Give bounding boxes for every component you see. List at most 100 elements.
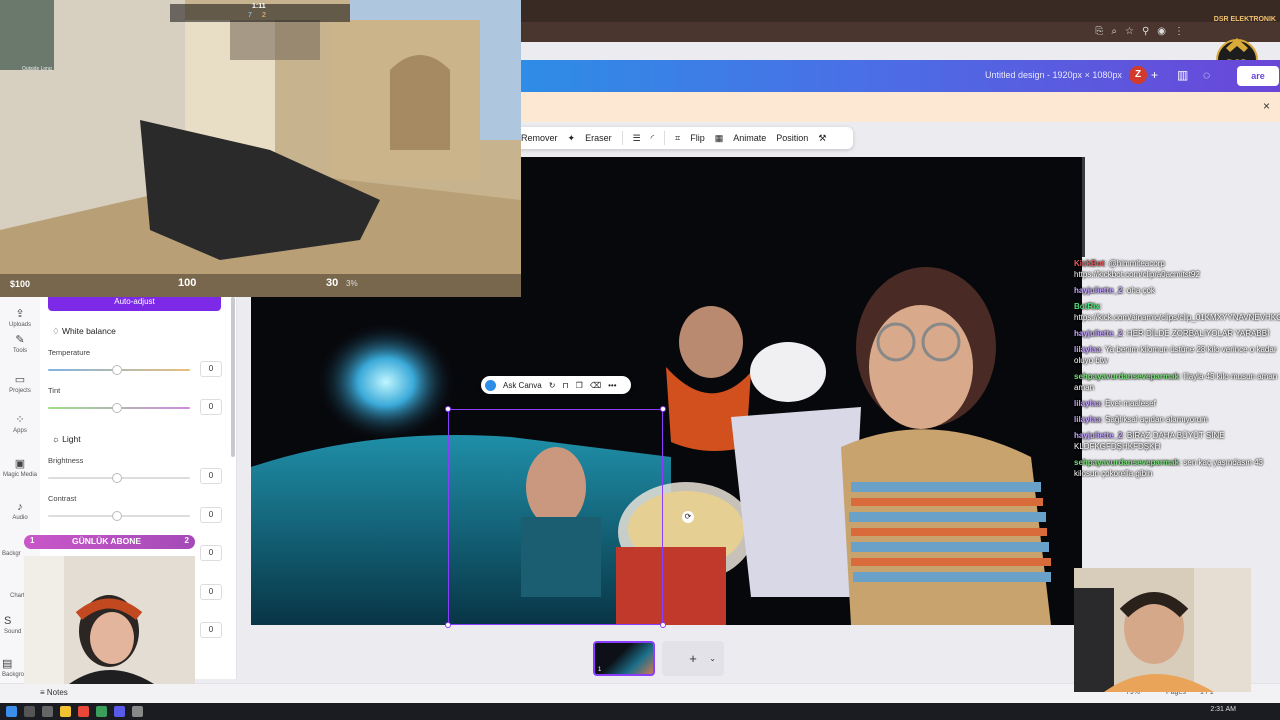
rail-label: Audio: [12, 515, 28, 521]
chat-username: lilaylaa: [1074, 415, 1101, 424]
chat-text: : HER DİLDE ZORBALIYOLAR YARABBİ: [1122, 329, 1270, 338]
file-explorer-icon[interactable]: [60, 706, 71, 717]
paint-roller-icon[interactable]: ⚒: [818, 133, 826, 144]
rail-magic-media[interactable]: ▣ Magic Media: [0, 457, 40, 478]
slider-value[interactable]: 0: [200, 622, 222, 638]
browser-toolbar-icons: ⎘ ⌕ ☆ ⚲ ◉ ⋮: [1095, 25, 1184, 39]
chat-username: sehpayavurdanseveparmak: [1074, 372, 1179, 381]
rail-label: Apps: [13, 428, 27, 434]
animate-button[interactable]: Animate: [733, 133, 766, 143]
transparency-icon[interactable]: ▦: [715, 133, 724, 144]
obs-icon[interactable]: [114, 706, 125, 717]
extensions-icon[interactable]: ⚲: [1142, 25, 1149, 39]
chat-username: KickBot: [1074, 259, 1105, 268]
notes-button[interactable]: ≡ Notes: [40, 688, 68, 697]
zoom-icon[interactable]: ⌕: [1111, 25, 1117, 39]
brightness-slider[interactable]: [48, 473, 190, 483]
comment-icon[interactable]: ◌: [1203, 68, 1210, 82]
ammo: 30: [326, 277, 339, 289]
add-collaborator-icon[interactable]: +: [1151, 68, 1158, 82]
bg-remover-button[interactable]: Remover: [521, 133, 558, 143]
tint-value[interactable]: 0: [200, 399, 222, 415]
rail-apps[interactable]: ⁘ Apps: [0, 413, 40, 434]
trash-icon[interactable]: ⌫: [590, 381, 601, 390]
flip-button[interactable]: Flip: [690, 133, 705, 143]
selection-box[interactable]: [448, 409, 663, 625]
chat-message: hayjuliette_2: HER DİLDE ZORBALIYOLAR YA…: [1074, 328, 1280, 339]
rail-label: Tools: [12, 348, 27, 354]
brightness-value[interactable]: 0: [200, 468, 222, 484]
chat-message: KickBot: @himmiteacorp https://kickbot.c…: [1074, 258, 1280, 280]
rail-uploads[interactable]: ⇪ Uploads: [0, 307, 40, 328]
chrome-icon[interactable]: [78, 706, 89, 717]
star-icon[interactable]: ☆: [1125, 25, 1134, 39]
search-icon[interactable]: [24, 706, 35, 717]
app-icon[interactable]: [96, 706, 107, 717]
rotate-icon[interactable]: ⟳: [682, 511, 694, 523]
task-view-icon[interactable]: [42, 706, 53, 717]
contrast-slider[interactable]: [48, 511, 190, 521]
windows-taskbar: 2:31 AM: [0, 703, 1280, 720]
insights-chart-icon[interactable]: ▥: [1177, 68, 1188, 82]
lines-icon[interactable]: ☰: [633, 133, 641, 144]
rail-label: Sound: [4, 629, 22, 635]
share-button[interactable]: are: [1237, 66, 1279, 86]
slider-knob[interactable]: [112, 365, 122, 375]
chat-text: : Evet maalesef: [1100, 399, 1156, 408]
score-right: 2: [262, 12, 266, 19]
refresh-icon[interactable]: ↻: [549, 381, 556, 390]
slider-knob[interactable]: [112, 473, 122, 483]
close-icon[interactable]: ×: [1263, 99, 1270, 113]
avatar[interactable]: Z: [1129, 66, 1147, 84]
panel-scrollbar[interactable]: [231, 297, 235, 457]
duplicate-icon[interactable]: ❐: [576, 381, 583, 390]
slider-knob[interactable]: [112, 403, 122, 413]
resize-handle[interactable]: [660, 622, 666, 628]
ask-canva-button[interactable]: Ask Canva: [503, 381, 542, 390]
slider-knob[interactable]: [112, 511, 122, 521]
notes-label: Notes: [46, 688, 68, 697]
pencil-icon: ✎: [15, 334, 25, 346]
chevron-down-icon[interactable]: ⌄: [709, 641, 716, 676]
minimap-label: Outside Long: [22, 66, 52, 72]
webcam-left-feed: [24, 556, 195, 684]
slider-value[interactable]: 0: [200, 545, 222, 561]
rail-audio[interactable]: ♪ Audio: [0, 501, 40, 521]
document-title[interactable]: Untitled design - 1920px × 1080px: [985, 70, 1122, 80]
more-icon[interactable]: •••: [608, 381, 616, 390]
auto-adjust-button[interactable]: Auto-adjust: [48, 297, 221, 311]
chat-username: sehpayavurdanseveparmak: [1074, 458, 1179, 467]
temperature-value[interactable]: 0: [200, 361, 222, 377]
webcam-left: [24, 556, 195, 684]
add-page-button[interactable]: + ⌄: [662, 641, 724, 676]
chat-message: sehpayavurdanseveparmak: sen kaç yaşında…: [1074, 457, 1280, 479]
rail-projects[interactable]: ▭ Projects: [0, 373, 40, 394]
lock-icon[interactable]: ⊓: [562, 381, 568, 390]
rail-tools[interactable]: ✎ Tools: [0, 333, 40, 354]
resize-handle[interactable]: [445, 622, 451, 628]
page-thumbnail[interactable]: 1: [593, 641, 655, 676]
eraser-button[interactable]: Eraser: [585, 133, 612, 143]
chat-message: lilaylaa: Evet maalesef: [1074, 398, 1280, 409]
rail-label: Chart: [10, 593, 25, 599]
taskbar-clock[interactable]: 2:31 AM: [1210, 706, 1236, 713]
rail-label: Magic Media: [2, 472, 37, 478]
app-icon[interactable]: [132, 706, 143, 717]
slider-value[interactable]: 0: [200, 584, 222, 600]
resize-handle[interactable]: [445, 406, 451, 412]
resize-handle[interactable]: [660, 406, 666, 412]
profile-icon[interactable]: ◉: [1157, 25, 1166, 39]
menu-icon[interactable]: ⋮: [1174, 25, 1184, 39]
game-overlay: Outside Long 1:11 7 2 $100 100 30 3%: [0, 0, 521, 297]
translate-icon[interactable]: ⎘: [1095, 25, 1103, 39]
apps-icon: ⁘: [15, 414, 25, 426]
tint-slider[interactable]: [48, 403, 190, 413]
corner-rounding-icon[interactable]: ◜: [651, 133, 655, 144]
windows-start-icon[interactable]: [6, 706, 17, 717]
temperature-slider[interactable]: [48, 365, 190, 375]
contrast-value[interactable]: 0: [200, 507, 222, 523]
rail-label: Projects: [9, 388, 31, 394]
crop-icon[interactable]: ⌗: [675, 133, 680, 144]
position-button[interactable]: Position: [776, 133, 808, 143]
chat-text: : Ya benim kilomun üstüne 28 kilo verinc…: [1074, 345, 1277, 365]
